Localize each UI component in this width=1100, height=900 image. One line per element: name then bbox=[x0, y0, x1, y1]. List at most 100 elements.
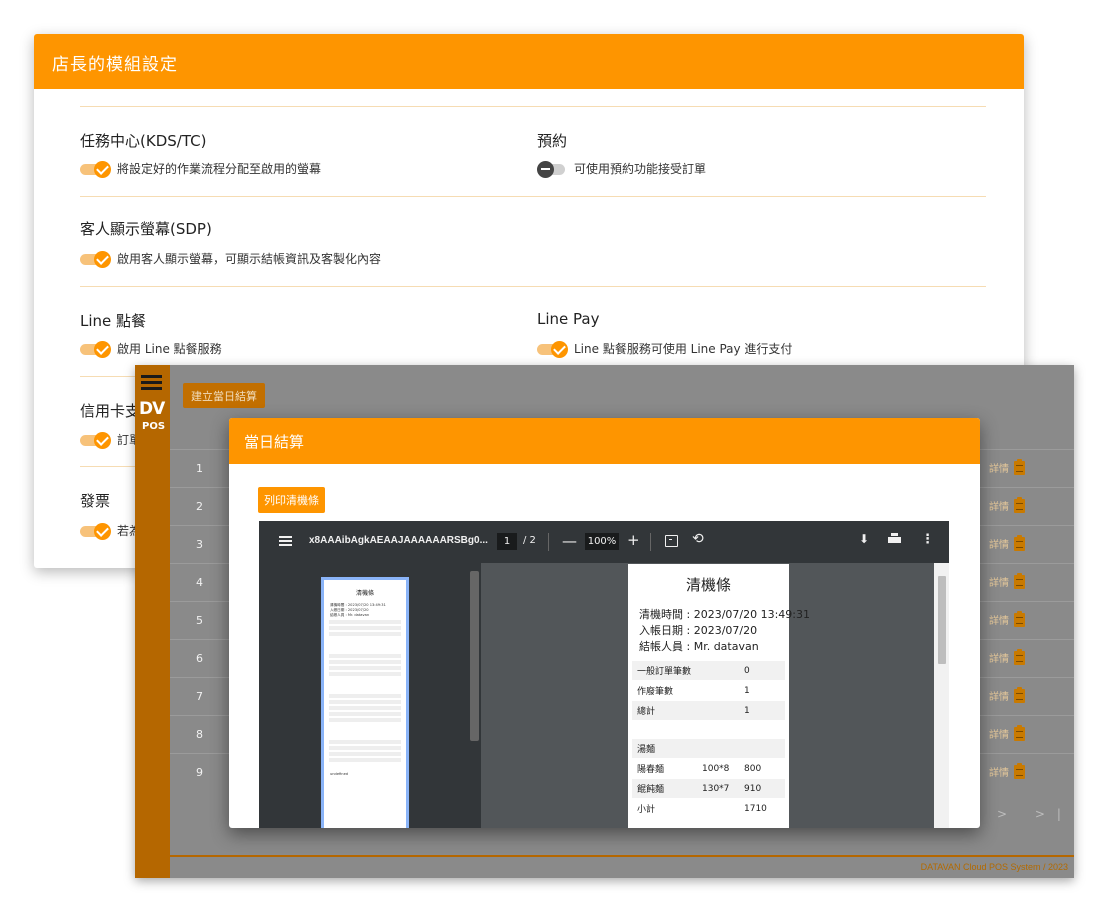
daily-settlement-dialog: 當日結算 列印清機條 x8AAAibAgkAEAAJAAAAAARSBg0...… bbox=[229, 418, 980, 828]
row-number: 2 bbox=[196, 500, 203, 513]
row-number: 6 bbox=[196, 652, 203, 665]
invoice-toggle[interactable] bbox=[80, 522, 112, 540]
clipboard-icon bbox=[1014, 724, 1025, 741]
clipboard-icon bbox=[1014, 762, 1025, 779]
receipt-summary-table: 一般訂單筆數 0 作廢筆數 1 總計 1 湯麵 陽春麵 100*8 800 餛飩麵 130*… bbox=[632, 661, 785, 818]
detail-button[interactable]: 詳情 bbox=[989, 724, 1025, 741]
zoom-out-icon[interactable]: — bbox=[562, 532, 577, 550]
detail-label: 詳情 bbox=[989, 768, 1009, 779]
receipt-title: 清機條 bbox=[685, 576, 731, 594]
credit-card-toggle[interactable] bbox=[80, 431, 112, 449]
cell: 130*7 bbox=[702, 783, 730, 794]
cell: 1 bbox=[744, 705, 750, 716]
detail-button[interactable]: 詳情 bbox=[989, 762, 1025, 779]
detail-label: 詳情 bbox=[989, 464, 1009, 475]
cell: 1710 bbox=[744, 803, 767, 814]
module-title-line-order: Line 點餐 bbox=[80, 312, 147, 330]
pdf-page-input[interactable]: 1 bbox=[497, 533, 517, 550]
thumbnail-row bbox=[329, 746, 401, 750]
row-number: 5 bbox=[196, 614, 203, 627]
cell: 總計 bbox=[637, 707, 656, 717]
pdf-page: 清機條 清機時間 : 2023/07/20 13:49:31 入帳日期 : 20… bbox=[628, 564, 810, 828]
table-row: 餛飩麵 130*7 910 bbox=[632, 779, 785, 798]
row-number: 7 bbox=[196, 690, 203, 703]
menu-icon[interactable] bbox=[141, 375, 162, 391]
download-icon[interactable]: ⬇ bbox=[859, 532, 869, 546]
detail-button[interactable]: 詳情 bbox=[989, 458, 1025, 475]
dialog-title: 當日結算 bbox=[229, 418, 980, 464]
thumbnail-row bbox=[329, 712, 401, 716]
detail-button[interactable]: 詳情 bbox=[989, 610, 1025, 627]
cell: 陽春麵 bbox=[637, 765, 665, 775]
detail-button[interactable]: 詳情 bbox=[989, 648, 1025, 665]
clipboard-icon bbox=[1014, 686, 1025, 703]
logo-subtitle: POS bbox=[142, 421, 166, 432]
pdf-menu-icon[interactable] bbox=[279, 536, 292, 547]
row-number: 9 bbox=[196, 766, 203, 779]
settings-header: 店長的模組設定 bbox=[34, 34, 1024, 89]
clipboard-icon bbox=[1014, 534, 1025, 551]
pdf-scrollbar[interactable] bbox=[938, 576, 946, 664]
detail-label: 詳情 bbox=[989, 578, 1009, 589]
print-icon[interactable] bbox=[888, 533, 901, 544]
module-desc-kds: 將設定好的作業流程分配至啟用的螢幕 bbox=[117, 162, 322, 176]
cell: 800 bbox=[744, 763, 762, 774]
sdp-toggle[interactable] bbox=[80, 250, 112, 268]
pagination[interactable]: > >| bbox=[997, 807, 1073, 821]
module-title-sdp: 客人顯示螢幕(SDP) bbox=[80, 220, 212, 238]
thumbnail-row bbox=[329, 626, 401, 630]
zoom-in-icon[interactable]: + bbox=[627, 531, 640, 549]
thumbnail-row bbox=[329, 654, 401, 658]
table-row: 湯麵 bbox=[632, 739, 785, 758]
print-receipt-button[interactable]: 列印清機條 bbox=[258, 487, 325, 513]
rotate-icon[interactable]: ⟲ bbox=[692, 531, 704, 547]
receipt-user: 結帳人員 : Mr. datavan bbox=[639, 640, 759, 653]
footer-divider bbox=[170, 855, 1074, 857]
row-number: 3 bbox=[196, 538, 203, 551]
line-order-toggle[interactable] bbox=[80, 340, 112, 358]
table-row: 總計 1 bbox=[632, 701, 785, 720]
clipboard-icon bbox=[1014, 610, 1025, 627]
page-thumbnail[interactable]: 清機條 清機時間 : 2023/07/20 13:49:31 入帳日期 : 20… bbox=[321, 577, 409, 828]
thumbnail-row bbox=[329, 706, 401, 710]
detail-button[interactable]: 詳情 bbox=[989, 496, 1025, 513]
module-row-credit-card: 訂單 bbox=[80, 431, 141, 449]
table-row: 小計 1710 bbox=[632, 799, 785, 818]
thumbnail-row bbox=[329, 666, 401, 670]
cell: 910 bbox=[744, 783, 762, 794]
footer-text: DATAVAN Cloud POS System / 2023 bbox=[920, 862, 1068, 872]
module-title-invoice: 發票 bbox=[80, 492, 111, 510]
detail-button[interactable]: 詳情 bbox=[989, 534, 1025, 551]
module-desc-sdp: 啟用客人顯示螢幕，可顯示結帳資訊及客製化內容 bbox=[117, 252, 382, 266]
thumbnail-row bbox=[329, 694, 401, 698]
thumbnail-row bbox=[329, 660, 401, 664]
row-number: 1 bbox=[196, 462, 203, 475]
line-pay-toggle[interactable] bbox=[537, 340, 569, 358]
thumbnail-scrollbar[interactable] bbox=[470, 571, 479, 741]
detail-button[interactable]: 詳情 bbox=[989, 572, 1025, 589]
thumbnail-line: undefined bbox=[330, 772, 349, 776]
pdf-zoom-input[interactable]: 100% bbox=[585, 533, 619, 550]
detail-button[interactable]: 詳情 bbox=[989, 686, 1025, 703]
clipboard-icon bbox=[1014, 458, 1025, 475]
pdf-filename: x8AAAibAgkAEAAJAAAAAARSBg0... bbox=[309, 535, 488, 546]
fit-page-icon[interactable] bbox=[665, 535, 678, 547]
create-daily-settlement-button[interactable]: 建立當日結算 bbox=[183, 383, 265, 408]
module-title-reservation: 預約 bbox=[537, 132, 568, 150]
more-options-icon[interactable]: ⋮ bbox=[921, 532, 934, 547]
cell: 餛飩麵 bbox=[637, 785, 665, 795]
pdf-thumbnail-panel: 清機條 清機時間 : 2023/07/20 13:49:31 入帳日期 : 20… bbox=[259, 563, 481, 828]
clipboard-icon bbox=[1014, 572, 1025, 589]
receipt-time: 清機時間 : 2023/07/20 13:49:31 bbox=[639, 608, 810, 621]
table-row: 一般訂單筆數 0 bbox=[632, 661, 785, 680]
module-desc-line-order: 啟用 Line 點餐服務 bbox=[117, 342, 222, 356]
kds-toggle[interactable] bbox=[80, 160, 112, 178]
cell: 小計 bbox=[637, 805, 656, 815]
thumbnail-row bbox=[329, 700, 401, 704]
module-title-kds: 任務中心(KDS/TC) bbox=[80, 132, 207, 150]
logo: DV bbox=[139, 399, 165, 419]
module-desc-reservation: 可使用預約功能接受訂單 bbox=[574, 162, 707, 176]
row-number: 4 bbox=[196, 576, 203, 589]
pos-sidebar: DV POS bbox=[135, 365, 170, 878]
reservation-toggle[interactable] bbox=[537, 160, 569, 178]
